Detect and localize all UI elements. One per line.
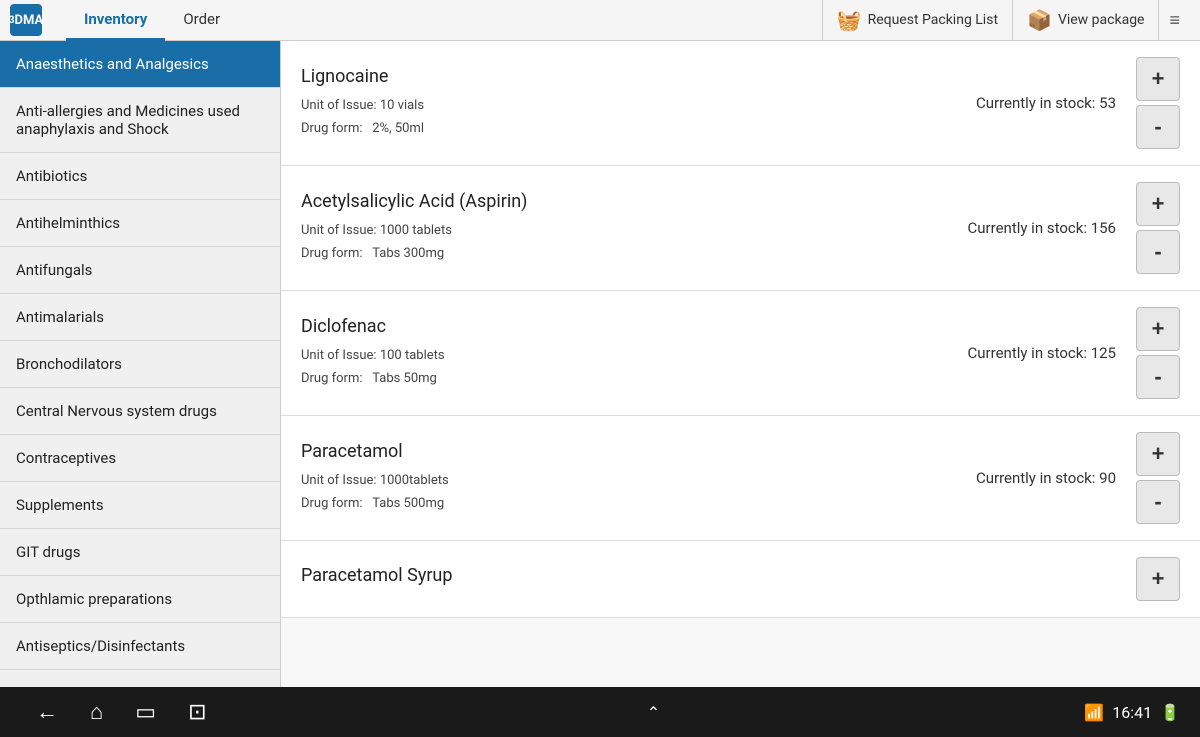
unit-label: Unit of Issue: [301, 348, 377, 363]
drug-details-lignocaine: Unit of Issue: 10 vials Drug form: 2%, 50… [301, 95, 976, 139]
drug-item-diclofenac: Diclofenac Unit of Issue: 100 tablets Drug… [281, 291, 1200, 416]
form-value: Tabs 50mg [372, 371, 437, 386]
clock: 16:41 [1112, 703, 1152, 722]
up-button[interactable]: ⌃ [631, 703, 676, 722]
drug-list-content: Lignocaine Unit of Issue: 10 vials Drug fo… [281, 41, 1200, 687]
android-navigation-bar: ← ⌂ ▭ ⊡ ⌃ 📶 16:41 🔋 [0, 687, 1200, 737]
form-value: Tabs 500mg [372, 496, 444, 511]
drug-item-lignocaine: Lignocaine Unit of Issue: 10 vials Drug fo… [281, 41, 1200, 166]
drug-info-paracetamol: Paracetamol Unit of Issue: 1000tablets Dru… [301, 441, 976, 514]
package-icon: 📦 [1027, 8, 1052, 32]
form-label: Drug form: [301, 496, 363, 511]
signal-icon: 📶 [1084, 703, 1104, 722]
drug-details-aspirin: Unit of Issue: 1000 tablets Drug form: Ta… [301, 220, 968, 264]
app-logo: 3 DMA [10, 4, 46, 36]
request-packing-list-button[interactable]: 🧺 Request Packing List [822, 0, 1012, 41]
sidebar-item-anaesthetics[interactable]: Anaesthetics and Analgesics [0, 41, 280, 88]
drug-name-aspirin: Acetylsalicylic Acid (Aspirin) [301, 191, 968, 212]
drug-name-paracetamol-syrup: Paracetamol Syrup [301, 565, 1116, 586]
increment-button-paracetamol-syrup[interactable]: + [1136, 557, 1180, 601]
unit-value: 1000 tablets [380, 223, 452, 238]
menu-button[interactable]: ≡ [1158, 0, 1190, 41]
sidebar-item-supplements[interactable]: Supplements [0, 482, 280, 529]
request-packing-list-label: Request Packing List [868, 12, 998, 28]
drug-quantity-buttons-paracetamol: +- [1136, 432, 1180, 524]
decrement-button-lignocaine[interactable]: - [1136, 105, 1180, 149]
top-navigation-bar: 3 DMA Inventory Order 🧺 Request Packing … [0, 0, 1200, 41]
recent-apps-button[interactable]: ▭ [119, 700, 172, 725]
sidebar-item-opthlamic[interactable]: Opthlamic preparations [0, 576, 280, 623]
drug-quantity-buttons-lignocaine: +- [1136, 57, 1180, 149]
drug-quantity-buttons-aspirin: +- [1136, 182, 1180, 274]
drug-item-paracetamol: Paracetamol Unit of Issue: 1000tablets Dru… [281, 416, 1200, 541]
sidebar-item-antibiotics[interactable]: Antibiotics [0, 153, 280, 200]
drug-item-paracetamol-syrup: Paracetamol Syrup + [281, 541, 1200, 618]
sidebar-item-git-drugs[interactable]: GIT drugs [0, 529, 280, 576]
view-package-button[interactable]: 📦 View package [1012, 0, 1158, 41]
decrement-button-paracetamol[interactable]: - [1136, 480, 1180, 524]
form-label: Drug form: [301, 371, 363, 386]
logo-abbr: DMA [15, 13, 44, 28]
drug-quantity-buttons-diclofenac: +- [1136, 307, 1180, 399]
drug-name-paracetamol: Paracetamol [301, 441, 976, 462]
basket-icon: 🧺 [837, 8, 862, 32]
sidebar-item-antiseptics[interactable]: Antiseptics/Disinfectants [0, 623, 280, 670]
unit-value: 1000tablets [380, 473, 449, 488]
drug-quantity-buttons-paracetamol-syrup: + [1136, 557, 1180, 601]
sidebar-item-antifungals[interactable]: Antifungals [0, 247, 280, 294]
increment-button-diclofenac[interactable]: + [1136, 307, 1180, 351]
unit-value: 100 tablets [380, 348, 445, 363]
drug-info-diclofenac: Diclofenac Unit of Issue: 100 tablets Drug… [301, 316, 968, 389]
logo-icon: 3 DMA [10, 4, 42, 36]
form-label: Drug form: [301, 246, 363, 261]
nav-tab-order[interactable]: Order [165, 0, 238, 41]
unit-value: 10 vials [380, 98, 424, 113]
sidebar-item-antimalarials[interactable]: Antimalarials [0, 294, 280, 341]
form-value: 2%, 50ml [372, 121, 424, 136]
form-value: Tabs 300mg [372, 246, 444, 261]
drug-stock-aspirin: Currently in stock: 156 [968, 219, 1116, 237]
drug-stock-lignocaine: Currently in stock: 53 [976, 94, 1116, 112]
unit-label: Unit of Issue: [301, 98, 377, 113]
status-bar: 📶 16:41 🔋 [1084, 703, 1180, 722]
sidebar-item-contraceptives[interactable]: Contraceptives [0, 435, 280, 482]
drug-stock-paracetamol: Currently in stock: 90 [976, 469, 1116, 487]
view-package-label: View package [1058, 12, 1145, 28]
nav-tab-inventory[interactable]: Inventory [66, 0, 165, 41]
drug-name-lignocaine: Lignocaine [301, 66, 976, 87]
back-button[interactable]: ← [20, 699, 74, 725]
drug-info-aspirin: Acetylsalicylic Acid (Aspirin) Unit of Is… [301, 191, 968, 264]
category-sidebar: Anaesthetics and AnalgesicsAnti-allergie… [0, 41, 281, 687]
sidebar-item-antihelminthics[interactable]: Antihelminthics [0, 200, 280, 247]
increment-button-paracetamol[interactable]: + [1136, 432, 1180, 476]
drug-item-aspirin: Acetylsalicylic Acid (Aspirin) Unit of Is… [281, 166, 1200, 291]
unit-label: Unit of Issue: [301, 223, 377, 238]
drug-name-diclofenac: Diclofenac [301, 316, 968, 337]
sidebar-item-anti-allergies[interactable]: Anti-allergies and Medicines used anaphy… [0, 88, 280, 153]
drug-details-diclofenac: Unit of Issue: 100 tablets Drug form: Tab… [301, 345, 968, 389]
sidebar-item-antispasmodics[interactable]: Antispasmodics [0, 670, 280, 687]
decrement-button-diclofenac[interactable]: - [1136, 355, 1180, 399]
screenshot-button[interactable]: ⊡ [172, 700, 222, 725]
sidebar-item-bronchodilators[interactable]: Bronchodilators [0, 341, 280, 388]
decrement-button-aspirin[interactable]: - [1136, 230, 1180, 274]
main-content-area: Anaesthetics and AnalgesicsAnti-allergie… [0, 41, 1200, 687]
drug-info-lignocaine: Lignocaine Unit of Issue: 10 vials Drug fo… [301, 66, 976, 139]
battery-icon: 🔋 [1160, 703, 1180, 722]
drug-info-paracetamol-syrup: Paracetamol Syrup [301, 565, 1116, 594]
sidebar-item-cns-drugs[interactable]: Central Nervous system drugs [0, 388, 280, 435]
increment-button-lignocaine[interactable]: + [1136, 57, 1180, 101]
increment-button-aspirin[interactable]: + [1136, 182, 1180, 226]
unit-label: Unit of Issue: [301, 473, 377, 488]
home-button[interactable]: ⌂ [74, 699, 119, 725]
form-label: Drug form: [301, 121, 363, 136]
drug-details-paracetamol: Unit of Issue: 1000tablets Drug form: Tab… [301, 470, 976, 514]
drug-stock-diclofenac: Currently in stock: 125 [968, 344, 1116, 362]
